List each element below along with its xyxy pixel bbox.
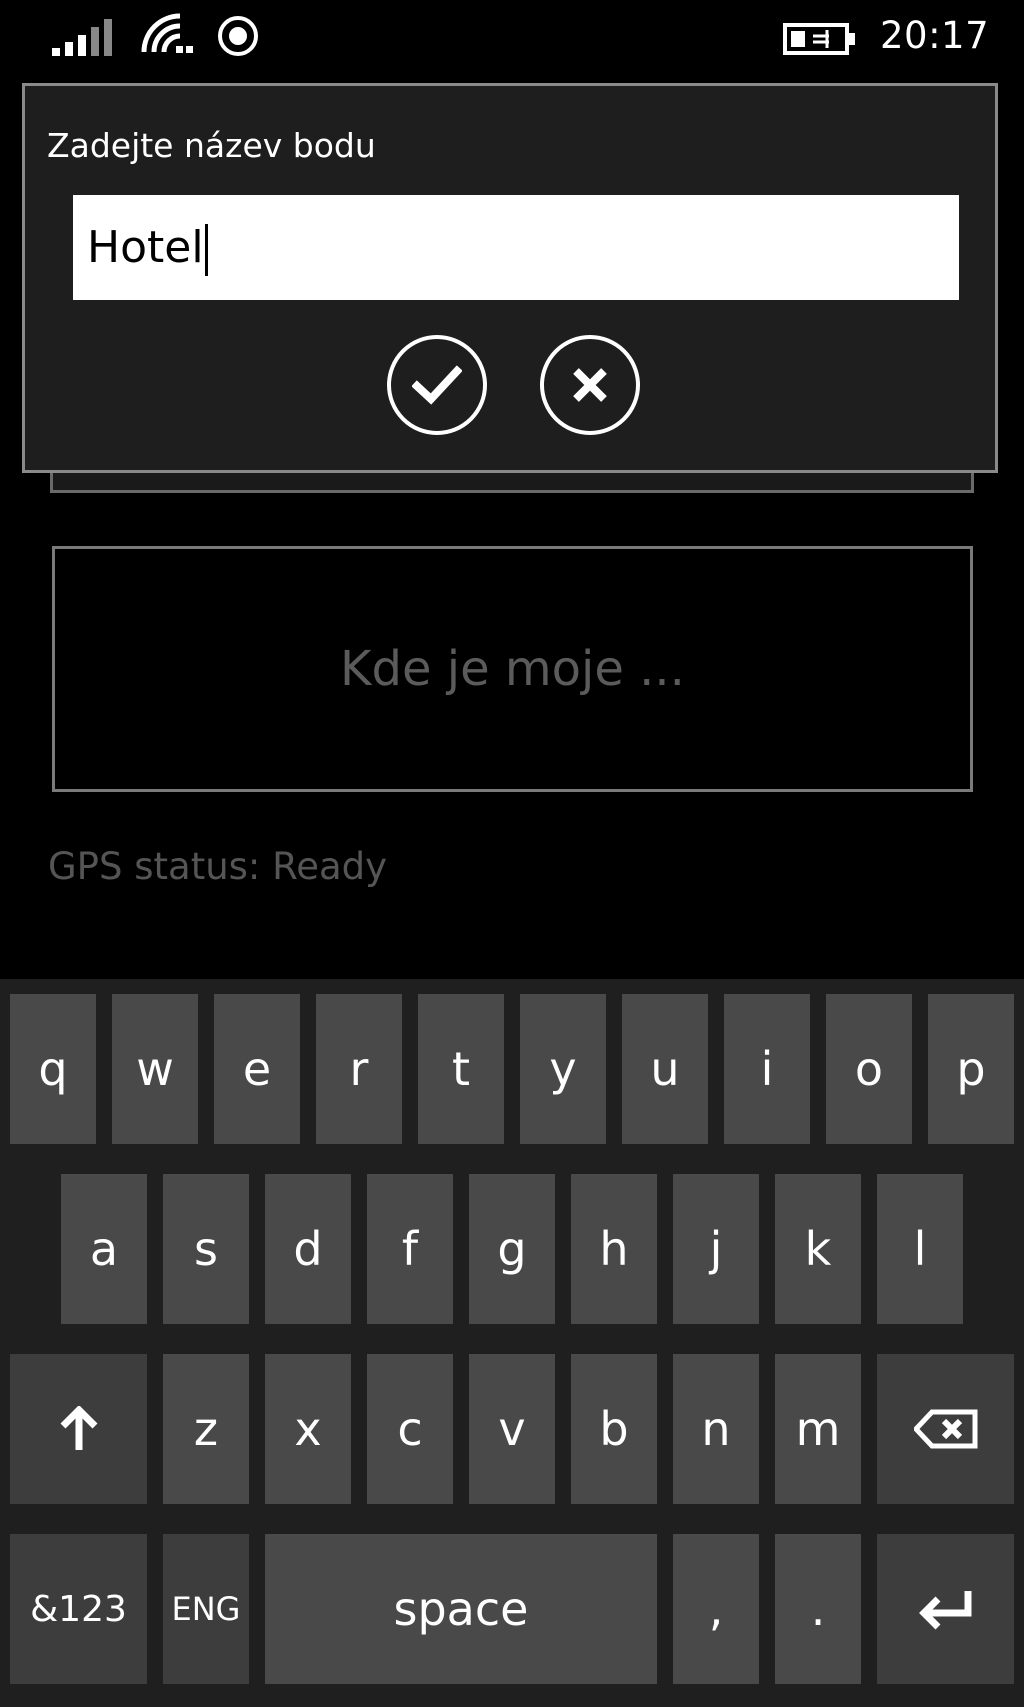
symbols-key-label: &123 <box>30 1588 127 1630</box>
key-s[interactable]: s <box>163 1174 249 1324</box>
where-is-my-label: Kde je moje ... <box>340 641 685 697</box>
key-n[interactable]: n <box>673 1354 759 1504</box>
enter-icon <box>918 1591 971 1630</box>
gps-status: GPS status: Ready <box>48 845 388 888</box>
key-w[interactable]: w <box>112 994 198 1144</box>
battery-charging-icon <box>783 23 855 55</box>
comma-key[interactable]: , <box>673 1534 759 1684</box>
key-o[interactable]: o <box>826 994 912 1144</box>
key-x[interactable]: x <box>265 1354 351 1504</box>
key-b[interactable]: b <box>571 1354 657 1504</box>
confirm-button[interactable] <box>387 335 487 435</box>
key-e[interactable]: e <box>214 994 300 1144</box>
cancel-button[interactable] <box>540 335 640 435</box>
point-name-input[interactable]: Hotel <box>73 195 959 300</box>
key-v[interactable]: v <box>469 1354 555 1504</box>
key-t[interactable]: t <box>418 994 504 1144</box>
key-y[interactable]: y <box>520 994 606 1144</box>
key-l[interactable]: l <box>877 1174 963 1324</box>
space-key[interactable]: space <box>265 1534 657 1684</box>
dialog-stack-edge <box>50 473 974 493</box>
point-name-value: Hotel <box>87 222 204 273</box>
key-i[interactable]: i <box>724 994 810 1144</box>
close-icon <box>573 368 607 402</box>
shift-key[interactable] <box>10 1354 147 1504</box>
key-z[interactable]: z <box>163 1354 249 1504</box>
key-q[interactable]: q <box>10 994 96 1144</box>
key-j[interactable]: j <box>673 1174 759 1324</box>
check-icon <box>412 365 462 405</box>
enter-key[interactable] <box>877 1534 1014 1684</box>
period-key[interactable]: . <box>775 1534 861 1684</box>
clock: 20:17 <box>880 14 990 57</box>
backspace-icon <box>913 1409 977 1449</box>
key-c[interactable]: c <box>367 1354 453 1504</box>
key-f[interactable]: f <box>367 1174 453 1324</box>
symbols-key[interactable]: &123 <box>10 1534 147 1684</box>
key-d[interactable]: d <box>265 1174 351 1324</box>
status-bar: 20:17 <box>0 0 1024 76</box>
location-icon <box>218 16 258 56</box>
language-key[interactable]: ENG <box>163 1534 249 1684</box>
text-caret <box>204 224 208 276</box>
key-a[interactable]: a <box>61 1174 147 1324</box>
language-key-label: ENG <box>171 1590 241 1628</box>
backspace-key[interactable] <box>877 1354 1014 1504</box>
key-u[interactable]: u <box>622 994 708 1144</box>
key-r[interactable]: r <box>316 994 402 1144</box>
key-g[interactable]: g <box>469 1174 555 1324</box>
on-screen-keyboard: q w e r t y u i o p a s d f g h j k l z … <box>0 979 1024 1707</box>
signal-icon <box>52 19 112 56</box>
key-h[interactable]: h <box>571 1174 657 1324</box>
name-point-dialog: Zadejte název bodu Hotel <box>22 83 998 473</box>
shift-arrow-icon <box>60 1406 97 1450</box>
where-is-my-button[interactable]: Kde je moje ... <box>52 546 973 792</box>
wifi-icon <box>141 13 193 53</box>
key-p[interactable]: p <box>928 994 1014 1144</box>
key-m[interactable]: m <box>775 1354 861 1504</box>
key-k[interactable]: k <box>775 1174 861 1324</box>
dialog-title: Zadejte název bodu <box>47 126 376 165</box>
